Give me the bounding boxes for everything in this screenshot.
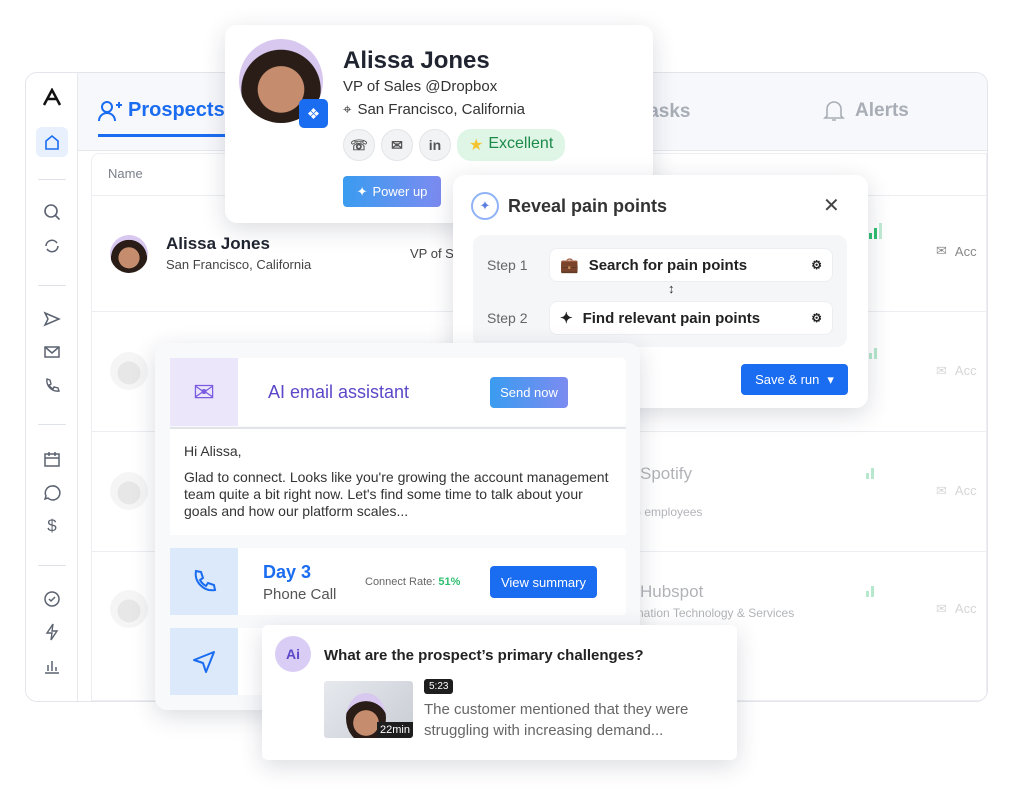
power-up-button[interactable]: ✦ Power up [343,176,441,207]
location-pin-icon: ⌖ [343,101,352,118]
email-text: Glad to connect. Looks like you're growi… [184,469,609,519]
phone-verified-icon[interactable]: ☏ [343,129,375,161]
logo-icon [40,85,64,109]
steps-container: Step 1 💼 Search for pain points ⚙ ↕ Step 2… [473,235,847,347]
avatar [110,235,148,273]
active-tab-indicator [98,134,226,137]
sidebar: $ [26,73,78,701]
answer-text: The customer mentioned that they were st… [424,701,689,739]
home-icon[interactable] [36,127,68,157]
mail-check-icon: ✉ [936,243,947,258]
caret-down-icon: ▾ [827,371,834,387]
search-icon[interactable] [40,200,64,224]
timestamp-badge[interactable]: 5:23 [424,679,454,694]
dollar-icon[interactable]: $ [40,514,64,538]
tab-label: Prospects [128,99,225,121]
prospect-name[interactable]: Alissa Jones [166,234,270,254]
gear-icon: ⚙ [811,258,822,272]
email-greeting: Hi Alissa, [184,443,242,459]
step-type: Phone Call [263,586,337,603]
star-icon: ★ [469,137,484,154]
chart-icon[interactable] [40,654,64,678]
profile-title: VP of Sales @Dropbox [343,78,498,95]
avatar [110,590,148,628]
avatar [110,352,148,390]
step-label: Step 1 [487,257,528,273]
send-icon [170,628,238,695]
email-status: ✉ Acc [936,601,977,616]
chat-icon[interactable] [40,481,64,505]
tab-prospects[interactable]: Prospects [98,99,225,122]
briefcase-icon: 💼 [560,257,579,274]
company-detail: ) employees [637,505,703,519]
insight-card: Ai What are the prospect’s primary chall… [262,625,737,760]
save-and-run-button[interactable]: Save & run ▾ [741,364,848,395]
phone-icon[interactable] [40,374,64,398]
call-step-row: Day 3 Phone Call Connect Rate: 51% View … [170,548,626,615]
send-now-button[interactable]: Send now [490,377,568,408]
column-header-name: Name [108,166,143,181]
mail-check-icon: ✉ [936,483,947,498]
company-name: Spotify [640,464,692,483]
video-duration: 22min [377,722,413,738]
dropbox-icon: ❖ [299,99,328,128]
ai-sparkle-icon: ✦ [471,192,499,220]
sync-icon[interactable] [40,234,64,258]
bolt-icon[interactable] [40,620,64,644]
avatar [110,472,148,510]
company-name: Hubspot [640,582,704,601]
signal-bars-icon [866,463,880,484]
email-assistant-header: ✉ AI email assistant Send now [170,358,626,426]
profile-name: Alissa Jones [343,47,490,74]
email-assistant-title: AI email assistant [268,382,410,402]
mail-check-icon: ✉ [936,363,947,378]
sparkle-icon: ✦ [560,310,573,327]
calendar-icon[interactable] [40,447,64,471]
tab-alerts[interactable]: Alerts [823,99,909,123]
day-label: Day 3 [263,562,312,582]
email-verified-icon[interactable]: ✉ [381,129,413,161]
rating-badge: ★ Excellent [457,129,566,161]
check-circle-icon[interactable] [40,587,64,611]
prospect-location: San Francisco, California [166,257,312,272]
step-search-pain-points[interactable]: 💼 Search for pain points ⚙ [549,248,833,282]
connect-rate: Connect Rate: 51% [365,576,461,588]
step-label: Step 2 [487,310,528,326]
email-status: ✉ Acc [936,483,977,498]
panel-title: Reveal pain points [508,196,668,216]
signal-bars-icon [869,223,883,239]
step-find-relevant-pain-points[interactable]: ✦ Find relevant pain points ⚙ [549,301,833,335]
email-status: ✉ Acc [936,243,977,259]
video-thumbnail[interactable]: 22min [324,681,413,738]
add-person-icon [98,100,122,121]
prospect-title: VP of S [410,246,454,261]
bell-icon [823,101,845,121]
signal-bars-icon [866,581,880,602]
mail-check-icon: ✉ [936,601,947,616]
question-text: What are the prospect’s primary challeng… [324,647,644,664]
company-detail: nation Technology & Services [637,606,795,620]
close-icon[interactable]: ✕ [823,193,840,218]
view-summary-button[interactable]: View summary [490,566,597,598]
phone-icon [170,548,238,615]
mail-icon[interactable] [40,340,64,364]
reorder-arrow-icon[interactable]: ↕ [668,281,675,296]
sparkle-icon: ✦ [356,183,368,199]
signal-bars-icon [869,343,883,364]
profile-location: ⌖ San Francisco, California [343,101,526,118]
send-icon[interactable] [40,307,64,331]
email-status: ✉ Acc [936,363,977,378]
ai-mail-icon: ✉ [170,358,238,426]
gear-icon: ⚙ [811,311,822,325]
ai-icon: Ai [275,636,311,672]
email-body[interactable]: Hi Alissa, Glad to connect. Looks like y… [170,427,626,535]
linkedin-icon[interactable]: in [419,129,451,161]
